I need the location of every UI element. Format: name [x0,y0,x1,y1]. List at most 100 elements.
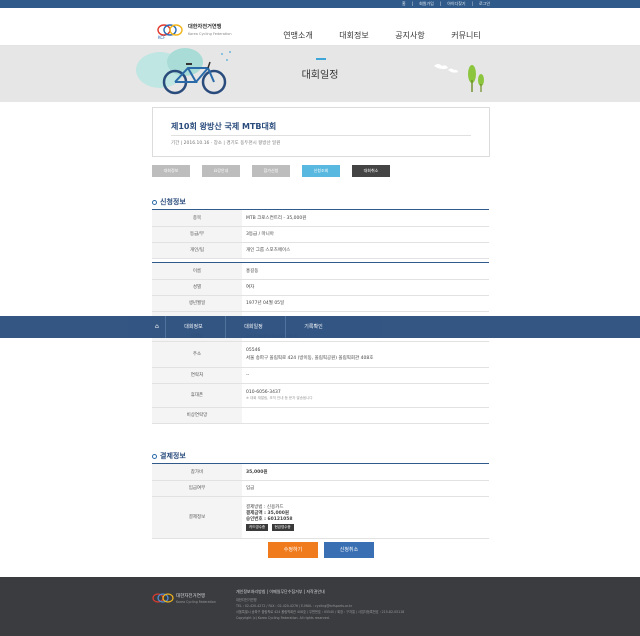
main-nav: 연맹소개 대회정보 공지사항 커뮤니티 [270,30,494,41]
tab-cancel[interactable]: 대회취소 [352,165,390,177]
footer-logo-subtitle: Korea Cycling Federation [176,600,216,604]
table-row: 등급/부 3등급 / 마니아 [152,226,489,243]
table-row: 입금여부 입금 [152,480,489,497]
nav-item-events[interactable]: 대회정보 [326,30,382,41]
table-row: 연락처 -- [152,367,489,384]
top-utility-bar: 홈 | 회원가입 | 아이디찾기 | 로그인 [0,0,640,8]
site-logo[interactable]: KCF 대한자전거연맹 Korea Cycling Federation [156,20,241,42]
row-label: 주소 [152,341,242,368]
quick-nav-records[interactable]: 기록확인 [285,316,341,338]
receipt-buttons: 카드영수증 현금영수증 [246,523,485,531]
table-row: 주소 05546 서울 송파구 올림픽로 424 (방이동, 올림픽공원) 올림… [152,341,489,368]
event-tabs: 대회정보 요강안내 참가신청 신청조회 대회취소 [152,165,390,177]
table-row: 휴대폰 010-6056-3437 ※ 대회 재알림, 조직 안내 등 문자 발… [152,383,489,408]
footer-info: 대한자전거연맹 TEL : 02-420-4272 / FAX : 02-420… [236,597,496,621]
table-row: 비상연락망 [152,407,489,424]
event-title: 제10회 왕방산 국제 MTB대회 [171,122,277,131]
site-footer: 대한자전거연맹 Korea Cycling Federation 개인정보처리방… [0,577,640,636]
table-row: 이름 홍길동 [152,263,489,280]
title-accent [316,58,326,60]
mobile-number: 010-6056-3437 [246,389,281,395]
row-label: 생년월일 [152,295,242,312]
tree-illustration-icon [434,64,484,92]
quick-nav-event-info[interactable]: 대회정보 [165,316,221,338]
cancel-application-button[interactable]: 신청취소 [324,542,374,558]
payment-info-table: 참가비 35,000원 입금여부 입금 결제정보 결제방법 : 신용카드 결제금… [152,464,489,539]
row-label: 휴대폰 [152,383,242,408]
table-row: 참가비 35,000원 [152,464,489,481]
row-label: 이름 [152,263,242,280]
row-label: 참가비 [152,464,242,481]
logo-subtitle: Korea Cycling Federation [188,32,232,36]
row-value: 05546 서울 송파구 올림픽로 424 (방이동, 올림픽공원) 올림픽회관… [242,341,489,368]
footer-line: Copyright (c) Korea Cycling Federation. … [236,616,330,620]
row-label: 입금여부 [152,480,242,497]
event-meta: 기간 | 2016.10.16 · 장소 | 경기도 동두천시 왕방산 일원 [171,141,281,146]
card-receipt-button[interactable]: 카드영수증 [246,523,269,531]
row-label: 등급/부 [152,226,242,243]
row-label: 연락처 [152,367,242,384]
approval-number: 승인번호 : 60121058 [246,516,293,522]
nav-item-about[interactable]: 연맹소개 [270,30,326,41]
row-value: 1977년 04월 05일 [242,295,489,312]
site-header: KCF 대한자전거연맹 Korea Cycling Federation 연맹소… [0,8,640,46]
row-value: 3등급 / 마니아 [242,226,489,243]
cash-receipt-button[interactable]: 현금영수증 [271,523,294,531]
sub-visual-banner: 대회일정 [0,46,640,102]
row-value: 35,000원 [242,464,489,481]
footer-logo: 대한자전거연맹 Korea Cycling Federation [152,591,222,609]
nav-item-community[interactable]: 커뮤니티 [438,30,494,41]
row-label: 성별 [152,279,242,296]
person-info-table: 이름 홍길동 성별 여자 생년월일 1977년 04월 05일 이메일 cycl… [152,263,489,424]
row-label: 결제정보 [152,496,242,539]
logo-name: 대한자전거연맹 [188,24,222,30]
row-value: 입금 [242,480,489,497]
login-link[interactable]: 로그인 [479,1,490,7]
home-link[interactable]: 홈 [402,1,406,7]
bullet-icon [152,199,157,205]
row-label: 개인/팀 [152,242,242,259]
row-value [242,407,489,424]
row-value: MTB 크로스컨트리 - 35,000원 [242,210,489,227]
footer-links[interactable]: 개인정보처리방침 | 이메일무단수집거부 | 저작권안내 [236,589,325,595]
event-summary-box: 제10회 왕방산 국제 MTB대회 기간 | 2016.10.16 · 장소 |… [152,107,490,157]
tab-event-info[interactable]: 대회정보 [152,165,190,177]
row-value: 결제방법 : 신용카드 결제금액 : 35,000원 승인번호 : 601210… [242,496,489,539]
logo-mark-icon: KCF [157,24,183,40]
find-id-link[interactable]: 아이디찾기 [447,1,465,7]
row-label: 종목 [152,210,242,227]
footer-logo-name: 대한자전거연맹 [176,594,205,599]
tab-apply[interactable]: 참가신청 [252,165,290,177]
home-icon[interactable]: ⌂ [155,324,161,330]
table-row: 결제정보 결제방법 : 신용카드 결제금액 : 35,000원 승인번호 : 6… [152,496,489,539]
section-title-payment: 결제정보 [152,451,186,461]
mobile-note: ※ 대회 재알림, 조직 안내 등 문자 발송됩니다 [246,395,313,400]
table-row: 개인/팀 개인 그룹 스포츠에이스 [152,242,489,259]
apply-info-table: 종목 MTB 크로스컨트리 - 35,000원 등급/부 3등급 / 마니아 개… [152,210,489,259]
tab-apply-check[interactable]: 신청조회 [302,165,340,177]
section-title-apply: 신청정보 [152,197,186,207]
utility-links: 홈 | 회원가입 | 아이디찾기 | 로그인 [402,1,490,7]
row-value: 개인 그룹 스포츠에이스 [242,242,489,259]
action-buttons: 수정하기 신청취소 [268,542,374,558]
svg-text:KCF: KCF [158,35,166,40]
row-value: 홍길동 [242,263,489,280]
table-row: 성별 여자 [152,279,489,296]
row-value: 여자 [242,279,489,296]
table-row: 종목 MTB 크로스컨트리 - 35,000원 [152,210,489,227]
row-label: 비상연락망 [152,407,242,424]
bullet-icon [152,453,157,459]
address: 서울 송파구 올림픽로 424 (방이동, 올림픽공원) 올림픽회관 408호 [246,355,374,361]
page-title: 대회일정 [301,70,339,81]
tab-guide[interactable]: 요강안내 [202,165,240,177]
postcode: 05546 [246,347,261,353]
table-row: 생년월일 1977년 04월 05일 [152,295,489,312]
row-value: 010-6056-3437 ※ 대회 재알림, 조직 안내 등 문자 발송됩니다 [242,383,489,408]
footer-logo-mark-icon [152,593,174,603]
nav-item-notice[interactable]: 공지사항 [382,30,438,41]
signup-link[interactable]: 회원가입 [419,1,434,7]
modify-button[interactable]: 수정하기 [268,542,318,558]
divider [171,135,471,136]
quick-nav-bar: ⌂ 대회정보 대회일정 기록확인 [0,316,640,338]
quick-nav-schedule[interactable]: 대회일정 [225,316,281,338]
